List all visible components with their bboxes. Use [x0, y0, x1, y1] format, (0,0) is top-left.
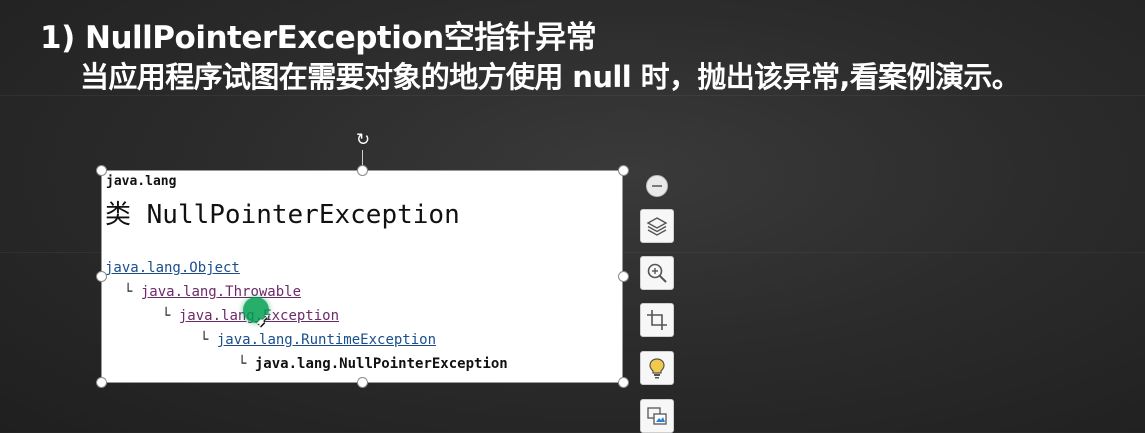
resize-handle-top-right[interactable] — [618, 165, 629, 176]
hierarchy-row-runtimeexception: └ java.lang.RuntimeException — [200, 331, 436, 349]
resize-handle-right[interactable] — [618, 271, 629, 282]
hierarchy-current-class: java.lang.NullPointerException — [254, 356, 508, 372]
image-edit-icon — [647, 407, 667, 425]
resize-handle-bottom-left[interactable] — [96, 377, 107, 388]
package-label: java.lang — [106, 174, 177, 189]
hierarchy-link-runtimeexception[interactable]: java.lang.RuntimeException — [217, 332, 436, 348]
slide-heading-line2: 当应用程序试图在需要对象的地方使用 null 时，抛出该异常,看案例演示。 — [80, 60, 1021, 94]
crop-button[interactable] — [640, 303, 674, 337]
lightbulb-icon — [649, 358, 665, 379]
zoom-in-icon — [647, 263, 667, 283]
selected-image[interactable]: java.lang 类 NullPointerException java.la… — [101, 170, 623, 383]
hierarchy-link-throwable[interactable]: java.lang.Throwable — [141, 284, 301, 300]
resize-handle-left[interactable] — [96, 271, 107, 282]
hierarchy-row-nullpointerexception: └ java.lang.NullPointerException — [238, 355, 508, 373]
layers-icon — [646, 217, 668, 236]
class-title: 类 NullPointerException — [105, 200, 460, 230]
tree-connector: └ — [200, 332, 209, 348]
resize-handle-top-left[interactable] — [96, 165, 107, 176]
hierarchy-row-throwable: └ java.lang.Throwable — [124, 283, 301, 301]
zoom-button[interactable] — [640, 256, 674, 290]
mouse-cursor-icon: ➹ — [255, 307, 272, 331]
hierarchy-link-object[interactable]: java.lang.Object — [105, 260, 240, 276]
slide-heading-line1: 1) NullPointerException空指针异常 — [40, 20, 597, 56]
resize-handle-top[interactable] — [357, 165, 368, 176]
resize-handle-bottom-right[interactable] — [618, 377, 629, 388]
crop-icon — [647, 310, 667, 330]
alt-text-button[interactable] — [640, 399, 674, 433]
design-ideas-button[interactable] — [640, 351, 674, 385]
rotate-handle-icon[interactable]: ↻ — [353, 130, 373, 150]
tree-connector: └ — [124, 284, 133, 300]
hierarchy-row-object: java.lang.Object — [105, 259, 240, 277]
javadoc-screenshot: java.lang 类 NullPointerException java.la… — [102, 171, 624, 384]
resize-handle-bottom[interactable] — [357, 377, 368, 388]
minus-icon — [652, 185, 662, 187]
layout-options-button[interactable] — [640, 209, 674, 243]
tree-connector: └ — [238, 356, 247, 372]
collapse-toolbar-button[interactable] — [646, 175, 668, 197]
tree-connector: └ — [162, 308, 171, 324]
